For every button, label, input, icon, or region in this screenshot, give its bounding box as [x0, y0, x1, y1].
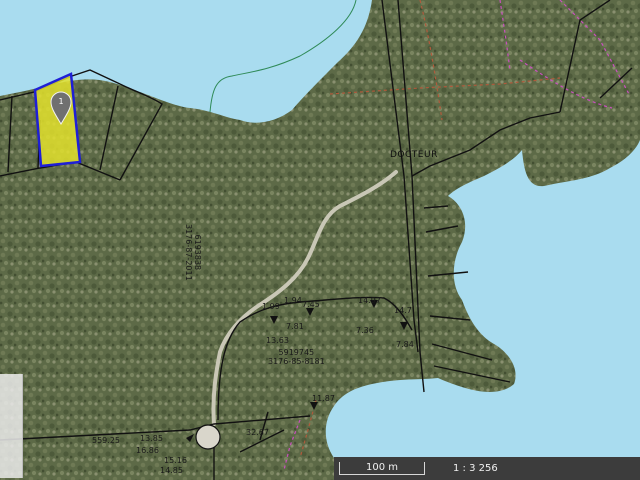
- scale-bar: 100 m 1 : 3 256: [334, 457, 640, 480]
- lot-label-north: 6193838 3176-87-2011: [184, 224, 202, 281]
- dim-label: 14.97: [358, 296, 381, 305]
- aerial-map[interactable]: [0, 0, 640, 480]
- selected-parcel[interactable]: [33, 72, 82, 168]
- lot-label-central: 5919745 3176-85-8181: [268, 348, 325, 366]
- dim-label: 7.81: [286, 322, 304, 331]
- dim-label: 7.84: [396, 340, 414, 349]
- dim-label: 7.45: [302, 300, 320, 309]
- dim-label: 13.85: [140, 434, 163, 443]
- dim-label: 1.99: [262, 302, 280, 311]
- dim-label: 1.94: [284, 296, 302, 305]
- dim-label: 559.25: [92, 436, 120, 445]
- dim-label: 32.67: [246, 428, 269, 437]
- dim-label: 13.63: [266, 336, 289, 345]
- dim-label: 15.16: [164, 456, 187, 465]
- dim-label: 14.85: [160, 466, 183, 475]
- place-label: DOCTEUR: [390, 150, 438, 160]
- marker-number: 1: [58, 97, 64, 106]
- dim-label: 16.86: [136, 446, 159, 455]
- scale-distance: 100 m: [339, 462, 425, 475]
- dim-label: 14.7: [394, 306, 412, 315]
- scale-ratio: 1 : 3 256: [453, 463, 498, 474]
- scale-distance-label: 100 m: [365, 462, 398, 473]
- dim-label: 11.87: [312, 394, 335, 403]
- cul-de-sac: [195, 424, 221, 450]
- side-panel-tab[interactable]: [0, 374, 23, 478]
- dim-label: 7.36: [356, 326, 374, 335]
